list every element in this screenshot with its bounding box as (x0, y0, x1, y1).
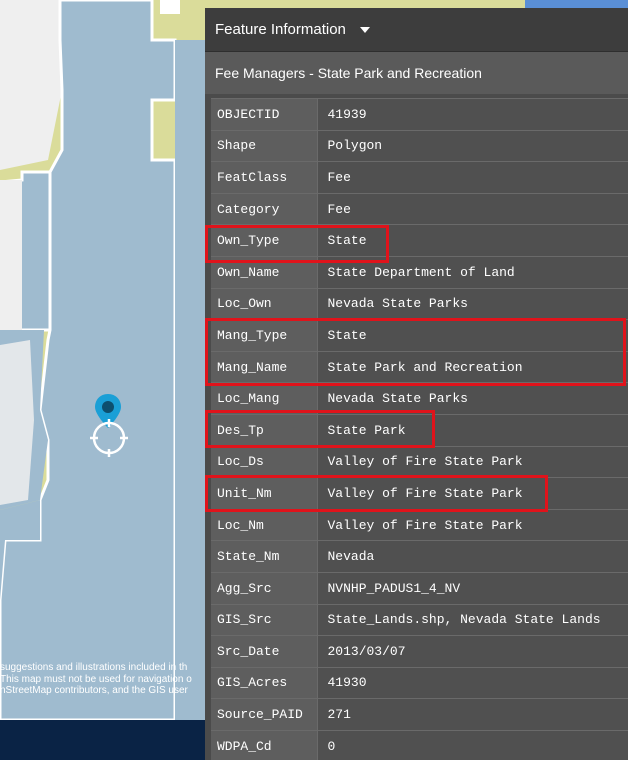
attribute-table: OBJECTID 41939 Shape Polygon FeatClass Fee Cat… (211, 98, 628, 760)
table-row: GIS_Acres 41930 (211, 666, 628, 699)
table-row: Own_Name State Department of Land (211, 255, 628, 289)
field-name: State_Nm (211, 540, 318, 573)
field-name: Mang_Type (211, 319, 318, 352)
field-name: Agg_Src (211, 571, 318, 604)
table-row: Own_Type State (211, 224, 628, 257)
field-name: Loc_Mang (211, 382, 318, 415)
field-value: State Department of Land (317, 255, 628, 289)
layer-subtitle: Fee Managers - State Park and Recreation (205, 52, 628, 94)
feature-info-panel: Feature Information Fee Managers - State… (205, 8, 628, 760)
field-value: Valley of Fire State Park (317, 445, 628, 478)
field-value: State Park (317, 413, 628, 447)
table-row: Loc_Mang Nevada State Parks (211, 382, 628, 415)
field-name: Mang_Name (211, 350, 318, 383)
attribution-line: suggestions and illustrations included i… (0, 662, 188, 673)
field-value: State_Lands.shp, Nevada State Lands (317, 603, 628, 636)
crosshair-icon (88, 417, 130, 459)
table-row: State_Nm Nevada (211, 540, 628, 573)
field-name: WDPA_Cd (211, 729, 318, 760)
field-value: 0 (317, 729, 628, 760)
table-row: Des_Tp State Park (211, 413, 628, 447)
table-row: GIS_Src State_Lands.shp, Nevada State Lan… (211, 603, 628, 636)
table-row: Loc_Nm Valley of Fire State Park (211, 508, 628, 541)
table-row: OBJECTID 41939 (211, 98, 628, 131)
field-value: Nevada (317, 540, 628, 573)
field-name: Source_PAID (211, 698, 318, 731)
field-value: State (317, 319, 628, 352)
field-name: Shape (211, 129, 318, 162)
field-value: 41930 (317, 666, 628, 699)
field-name: Src_Date (211, 635, 318, 668)
table-row: Mang_Name State Park and Recreation (211, 350, 628, 383)
field-name: Own_Name (211, 255, 318, 289)
table-row: Mang_Type State (211, 319, 628, 352)
field-value: State Park and Recreation (317, 350, 628, 383)
field-value: Fee (317, 161, 628, 194)
field-name: Category (211, 192, 318, 225)
field-name: GIS_Acres (211, 666, 318, 699)
table-row: FeatClass Fee (211, 161, 628, 194)
field-name: Loc_Own (211, 287, 318, 320)
attribution-line: nStreetMap contributors, and the GIS use… (0, 685, 188, 696)
field-value: 271 (317, 698, 628, 731)
attribute-table-container: OBJECTID 41939 Shape Polygon FeatClass Fee Cat… (211, 98, 628, 760)
table-row: Agg_Src NVNHP_PADUS1_4_NV (211, 571, 628, 604)
table-row: Category Fee (211, 192, 628, 225)
field-value: Fee (317, 192, 628, 225)
layer-name: Fee Managers - State Park and Recreation (215, 65, 482, 81)
panel-title: Feature Information (215, 21, 346, 38)
field-value: Nevada State Parks (317, 287, 628, 320)
field-value: Valley of Fire State Park (317, 477, 628, 510)
table-row: Source_PAID 271 (211, 698, 628, 731)
table-row: Shape Polygon (211, 129, 628, 162)
table-row: Unit_Nm Valley of Fire State Park (211, 477, 628, 510)
table-row: Loc_Ds Valley of Fire State Park (211, 445, 628, 478)
table-row: Src_Date 2013/03/07 (211, 635, 628, 668)
field-value: NVNHP_PADUS1_4_NV (317, 571, 628, 604)
table-row: WDPA_Cd 0 (211, 729, 628, 760)
map-attribution: suggestions and illustrations included i… (0, 662, 210, 697)
field-name: Loc_Ds (211, 445, 318, 478)
field-value: Polygon (317, 129, 628, 162)
field-name: Loc_Nm (211, 508, 318, 541)
panel-header[interactable]: Feature Information (205, 8, 628, 52)
table-row: Loc_Own Nevada State Parks (211, 287, 628, 320)
field-value: 41939 (317, 98, 628, 131)
field-name: Own_Type (211, 224, 318, 257)
field-name: FeatClass (211, 161, 318, 194)
chevron-down-icon[interactable] (359, 26, 370, 33)
field-value: State (317, 224, 628, 257)
field-name: Des_Tp (211, 413, 318, 447)
field-name: GIS_Src (211, 603, 318, 636)
field-name: Unit_Nm (211, 477, 318, 510)
field-value: Nevada State Parks (317, 382, 628, 415)
field-value: 2013/03/07 (317, 635, 628, 668)
field-value: Valley of Fire State Park (317, 508, 628, 541)
field-name: OBJECTID (211, 98, 318, 131)
attribution-line: This map must not be used for navigation… (0, 673, 192, 685)
